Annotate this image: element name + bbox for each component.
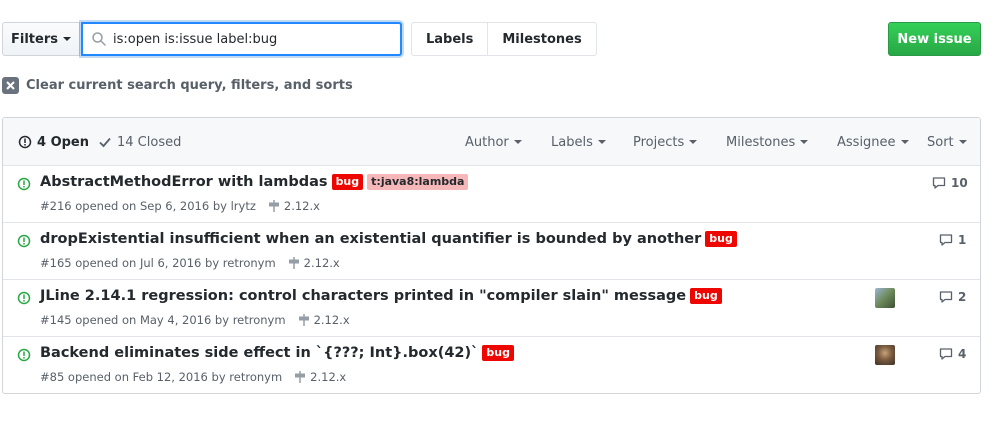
- label-java8-lambda[interactable]: t:java8:lambda: [367, 174, 469, 190]
- projects-filter-label: Projects: [633, 134, 685, 150]
- sort-label: Sort: [927, 134, 954, 150]
- issue-opened-icon: [17, 348, 31, 362]
- issue-meta: #216 opened on Sep 6, 2016 by lrytz 2.12…: [40, 199, 320, 213]
- open-issues-filter[interactable]: 4 Open: [18, 118, 89, 166]
- milestone-label: 2.12.x: [313, 313, 350, 327]
- milestones-button[interactable]: Milestones: [487, 23, 595, 55]
- issue-opened-icon: [17, 234, 31, 248]
- closed-count: 14 Closed: [117, 134, 182, 150]
- chevron-down-icon: [597, 140, 606, 144]
- milestone-link[interactable]: 2.12.x: [268, 199, 320, 213]
- author-filter-label: Author: [465, 134, 509, 150]
- check-icon: [99, 137, 111, 148]
- milestone-label: 2.12.x: [303, 256, 340, 270]
- label-bug[interactable]: bug: [331, 174, 364, 190]
- issue-opened-icon: [17, 291, 31, 305]
- close-icon: [2, 77, 19, 94]
- milestone-label: 2.12.x: [310, 370, 347, 384]
- issue-meta: #85 opened on Feb 12, 2016 by retronym 2…: [40, 370, 346, 384]
- labels-filter[interactable]: Labels: [551, 118, 606, 166]
- comments-link[interactable]: 1: [939, 233, 966, 247]
- issue-opened-by: #165 opened on Jul 6, 2016 by retronym: [40, 256, 276, 270]
- issue-row: AbstractMethodError with lambdas bug t:j…: [3, 166, 980, 223]
- issues-list-header: 4 Open 14 Closed Author Labels Projects …: [3, 118, 980, 166]
- clear-filters-link[interactable]: Clear current search query, filters, and…: [2, 77, 353, 94]
- labels-milestones-nav: Labels Milestones: [411, 22, 597, 56]
- milestone-icon: [268, 200, 279, 212]
- milestone-link[interactable]: 2.12.x: [298, 313, 350, 327]
- assignee-avatar[interactable]: [875, 345, 895, 365]
- issue-title-link[interactable]: dropExistential insufficient when an exi…: [40, 231, 701, 247]
- projects-filter[interactable]: Projects: [633, 118, 698, 166]
- search-box[interactable]: [81, 22, 402, 56]
- comment-count: 2: [958, 290, 967, 304]
- issue-opened-icon: [18, 135, 32, 149]
- issues-list: 4 Open 14 Closed Author Labels Projects …: [2, 117, 981, 394]
- milestone-link[interactable]: 2.12.x: [288, 256, 340, 270]
- comment-count: 10: [951, 176, 968, 190]
- comment-count: 4: [958, 347, 967, 361]
- issue-row: dropExistential insufficient when an exi…: [3, 223, 980, 280]
- issue-title-row: dropExistential insufficient when an exi…: [40, 231, 737, 247]
- label-bug[interactable]: bug: [705, 231, 737, 247]
- issue-title-row: AbstractMethodError with lambdas bug t:j…: [40, 174, 469, 190]
- label-bug[interactable]: bug: [482, 345, 514, 361]
- filters-dropdown-button[interactable]: Filters: [2, 22, 80, 56]
- issue-meta: #145 opened on May 4, 2016 by retronym 2…: [40, 313, 350, 327]
- issue-opened-icon: [17, 177, 31, 191]
- comment-icon: [939, 348, 953, 360]
- closed-issues-filter[interactable]: 14 Closed: [98, 118, 181, 166]
- comment-icon: [939, 234, 953, 246]
- comment-icon: [932, 177, 946, 189]
- assignee-avatar[interactable]: [875, 288, 895, 308]
- assignee-filter[interactable]: Assignee: [837, 118, 909, 166]
- milestone-icon: [298, 314, 309, 326]
- chevron-down-icon: [958, 140, 967, 144]
- chevron-down-icon: [513, 140, 522, 144]
- comments-link[interactable]: 4: [939, 347, 966, 361]
- issue-title-row: JLine 2.14.1 regression: control charact…: [40, 288, 722, 304]
- search-icon: [92, 32, 106, 46]
- filters-label: Filters: [11, 31, 58, 47]
- milestone-icon: [295, 371, 306, 383]
- issue-opened-by: #145 opened on May 4, 2016 by retronym: [40, 313, 286, 327]
- issue-title-row: Backend eliminates side effect in `{???;…: [40, 345, 514, 361]
- labels-filter-label: Labels: [551, 134, 593, 150]
- milestone-label: 2.12.x: [283, 199, 320, 213]
- milestone-icon: [288, 257, 299, 269]
- sort-dropdown[interactable]: Sort: [927, 118, 967, 166]
- milestones-filter-label: Milestones: [726, 134, 796, 150]
- comments-link[interactable]: 10: [932, 176, 968, 190]
- chevron-down-icon: [800, 140, 809, 144]
- label-bug[interactable]: bug: [690, 288, 722, 304]
- issue-row: JLine 2.14.1 regression: control charact…: [3, 280, 980, 337]
- issue-title-link[interactable]: AbstractMethodError with lambdas: [40, 174, 328, 190]
- labels-button[interactable]: Labels: [412, 23, 487, 55]
- author-filter[interactable]: Author: [465, 118, 522, 166]
- issue-opened-by: #216 opened on Sep 6, 2016 by lrytz: [40, 199, 256, 213]
- chevron-down-icon: [900, 140, 909, 144]
- open-count: 4 Open: [37, 134, 89, 150]
- comment-count: 1: [958, 233, 967, 247]
- chevron-down-icon: [62, 37, 71, 41]
- clear-filters-label: Clear current search query, filters, and…: [26, 78, 353, 93]
- milestone-link[interactable]: 2.12.x: [294, 370, 346, 384]
- chevron-down-icon: [689, 140, 698, 144]
- issue-meta: #165 opened on Jul 6, 2016 by retronym 2…: [40, 256, 340, 270]
- issue-title-link[interactable]: Backend eliminates side effect in `{???;…: [40, 345, 478, 361]
- new-issue-button[interactable]: New issue: [888, 22, 981, 56]
- issues-toolbar: Filters Labels Milestones New issue: [2, 22, 1006, 56]
- search-input[interactable]: [113, 31, 383, 47]
- issue-title-link[interactable]: JLine 2.14.1 regression: control charact…: [40, 288, 686, 304]
- issue-opened-by: #85 opened on Feb 12, 2016 by retronym: [40, 370, 283, 384]
- comments-link[interactable]: 2: [939, 290, 966, 304]
- assignee-filter-label: Assignee: [837, 134, 896, 150]
- milestones-filter[interactable]: Milestones: [726, 118, 809, 166]
- comment-icon: [939, 291, 953, 303]
- issue-row: Backend eliminates side effect in `{???;…: [3, 337, 980, 393]
